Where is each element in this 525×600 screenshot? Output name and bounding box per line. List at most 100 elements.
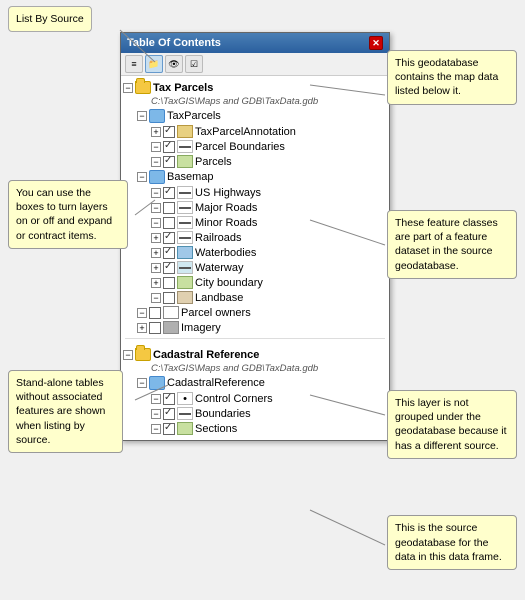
expand-sections[interactable]: − <box>151 424 161 434</box>
tree-path-cadastral: C:\TaxGIS\Maps and GDB\TaxData.gdb <box>123 362 387 375</box>
expand-cadastralreference[interactable]: − <box>137 378 147 388</box>
expand-parcel-owners[interactable]: − <box>137 308 147 318</box>
tree-separator <box>125 338 385 344</box>
tree-boundaries: − Boundaries <box>123 406 387 421</box>
layer-icon-minor-roads <box>177 216 193 229</box>
toc-toolbar: ≡ 📁 👁 ☑ <box>121 53 389 76</box>
expand-imagery[interactable]: + <box>137 323 147 333</box>
expand-boundaries[interactable]: − <box>151 409 161 419</box>
db-icon-cadastralreference <box>149 376 165 390</box>
layer-icon-sections <box>177 422 193 435</box>
label-railroads: Railroads <box>195 232 241 244</box>
tree-cadastralreference-folder: − CadastralReference <box>123 375 387 391</box>
toc-content[interactable]: − Tax Parcels C:\TaxGIS\Maps and GDB\Tax… <box>121 76 389 440</box>
check-imagery[interactable] <box>149 322 161 334</box>
layer-icon-us-highways <box>177 186 193 199</box>
tree-parcels: − Parcels <box>123 154 387 169</box>
toc-visibility-button[interactable]: 👁 <box>165 55 183 73</box>
expand-taxparcelannotation[interactable]: + <box>151 127 161 137</box>
check-parcel-owners[interactable] <box>149 307 161 319</box>
layer-icon-parcel-boundaries <box>177 140 193 153</box>
toc-selection-button[interactable]: ☑ <box>185 55 203 73</box>
path-tax-parcels: C:\TaxGIS\Maps and GDB\TaxData.gdb <box>151 96 318 107</box>
label-boundaries: Boundaries <box>195 408 251 420</box>
tree-landbase: − Landbase <box>123 290 387 305</box>
label-us-highways: US Highways <box>195 187 261 199</box>
folder-icon-cadastral <box>135 348 151 361</box>
toc-titlebar: Table Of Contents ✕ <box>121 33 389 53</box>
layer-icon-major-roads <box>177 201 193 214</box>
label-control-corners: Control Corners <box>195 393 273 405</box>
tree-group-cadastral: − Cadastral Reference <box>123 347 387 362</box>
callout-geodatabase-text: This geodatabase contains the map data l… <box>395 57 498 97</box>
check-minor-roads[interactable] <box>163 217 175 229</box>
label-major-roads: Major Roads <box>195 202 257 214</box>
callout-standalone: Stand-alone tables without associated fe… <box>8 370 123 453</box>
callout-feature-classes-text: These feature classes are part of a feat… <box>395 217 498 272</box>
tree-imagery: + Imagery <box>123 320 387 335</box>
check-sections[interactable] <box>163 423 175 435</box>
check-us-highways[interactable] <box>163 187 175 199</box>
expand-waterway[interactable]: + <box>151 263 161 273</box>
expand-parcels[interactable]: − <box>151 157 161 167</box>
toc-source-button[interactable]: 📁 <box>145 55 163 73</box>
layer-icon-railroads <box>177 231 193 244</box>
expand-taxparcels[interactable]: − <box>137 111 147 121</box>
expand-waterbodies[interactable]: + <box>151 248 161 258</box>
expand-cadastral[interactable]: − <box>123 350 133 360</box>
expand-minor-roads[interactable]: − <box>151 218 161 228</box>
layer-icon-taxparcelannotation <box>177 125 193 138</box>
label-waterway: Waterway <box>195 262 244 274</box>
label-parcels: Parcels <box>195 156 232 168</box>
layer-icon-boundaries <box>177 407 193 420</box>
toc-list-button[interactable]: ≡ <box>125 55 143 73</box>
tree-waterway: + Waterway <box>123 260 387 275</box>
tree-railroads: + Railroads <box>123 230 387 245</box>
layer-icon-control-corners: • <box>177 392 193 405</box>
label-city-boundary: City boundary <box>195 277 263 289</box>
check-parcels[interactable] <box>163 156 175 168</box>
layer-icon-waterbodies <box>177 246 193 259</box>
check-taxparcelannotation[interactable] <box>163 126 175 138</box>
callout-different-source-text: This layer is not grouped under the geod… <box>395 397 507 452</box>
label-minor-roads: Minor Roads <box>195 217 257 229</box>
toc-close-button[interactable]: ✕ <box>369 36 383 50</box>
expand-basemap[interactable]: − <box>137 172 147 182</box>
callout-different-source: This layer is not grouped under the geod… <box>387 390 517 459</box>
tree-parcel-boundaries: − Parcel Boundaries <box>123 139 387 154</box>
check-major-roads[interactable] <box>163 202 175 214</box>
tree-taxparcels-folder: − TaxParcels <box>123 108 387 124</box>
check-boundaries[interactable] <box>163 408 175 420</box>
tree-control-corners: − • Control Corners <box>123 391 387 406</box>
tree-waterbodies: + Waterbodies <box>123 245 387 260</box>
check-waterbodies[interactable] <box>163 247 175 259</box>
check-railroads[interactable] <box>163 232 175 244</box>
label-waterbodies: Waterbodies <box>195 247 256 259</box>
db-icon-taxparcels <box>149 109 165 123</box>
tree-parcel-owners: − Parcel owners <box>123 305 387 320</box>
expand-railroads[interactable]: + <box>151 233 161 243</box>
check-city-boundary[interactable] <box>163 277 175 289</box>
check-waterway[interactable] <box>163 262 175 274</box>
expand-parcel-boundaries[interactable]: − <box>151 142 161 152</box>
table-icon-parcel-owners <box>163 306 179 319</box>
check-control-corners[interactable] <box>163 393 175 405</box>
tree-us-highways: − US Highways <box>123 185 387 200</box>
check-landbase[interactable] <box>163 292 175 304</box>
tree-city-boundary: + City boundary <box>123 275 387 290</box>
callout-source-gdb: This is the source geodatabase for the d… <box>387 515 517 570</box>
expand-major-roads[interactable]: − <box>151 203 161 213</box>
tree-path-tax-parcels: C:\TaxGIS\Maps and GDB\TaxData.gdb <box>123 95 387 108</box>
expand-city-boundary[interactable]: + <box>151 278 161 288</box>
expand-control-corners[interactable]: − <box>151 394 161 404</box>
check-parcel-boundaries[interactable] <box>163 141 175 153</box>
layer-icon-imagery <box>163 321 179 334</box>
callout-geodatabase: This geodatabase contains the map data l… <box>387 50 517 105</box>
layer-icon-landbase <box>177 291 193 304</box>
expand-tax-parcels[interactable]: − <box>123 83 133 93</box>
tree-group-tax-parcels: − Tax Parcels <box>123 80 387 95</box>
expand-landbase[interactable]: − <box>151 293 161 303</box>
page-container: List By Source This geodatabase contains… <box>0 0 525 600</box>
expand-us-highways[interactable]: − <box>151 188 161 198</box>
label-sections: Sections <box>195 423 237 435</box>
